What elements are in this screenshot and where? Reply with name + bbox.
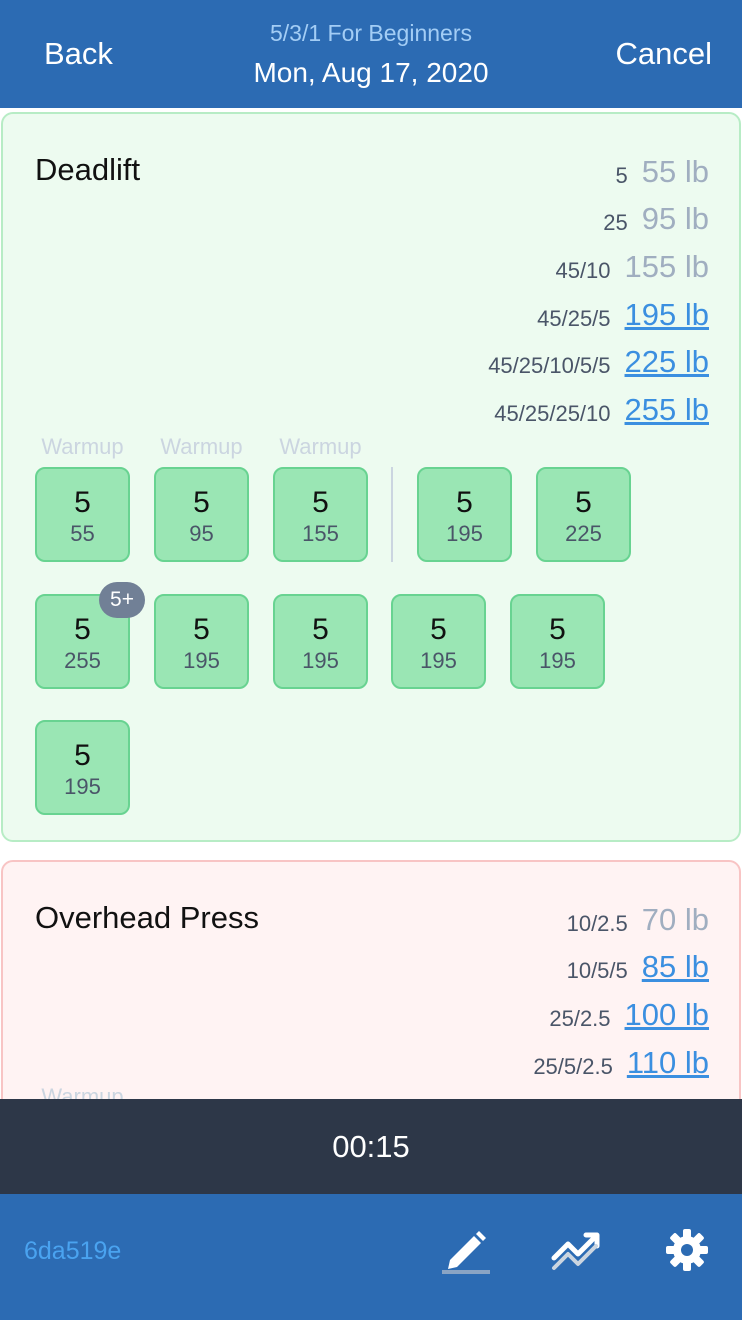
plate-row: 10/2.5 70 lb <box>533 896 709 944</box>
version-hash: 6da519e <box>24 1237 122 1265</box>
set-weight: 55 <box>70 521 95 546</box>
set-weight: 195 <box>64 774 101 799</box>
plate-weight-link[interactable]: 110 lb <box>627 1045 709 1081</box>
plate-combo: 25/2.5 <box>549 1005 611 1031</box>
plate-weight: 95 lb <box>641 201 709 237</box>
plate-row: 45/10 155 lb <box>488 243 709 291</box>
plate-row: 10/5/5 85 lb <box>533 944 709 992</box>
plate-row: 45/25/5 195 lb <box>488 291 709 339</box>
set-reps: 5 <box>456 486 473 519</box>
rest-timer-bar[interactable]: 00:15 <box>0 1099 742 1194</box>
work-set-button[interactable]: 5 195 <box>273 594 368 689</box>
set-reps: 5 <box>312 613 329 646</box>
plate-row: 5 55 lb <box>488 148 709 196</box>
warmup-divider <box>391 467 393 562</box>
plate-weight-link[interactable]: 255 lb <box>625 392 709 428</box>
exercise-card-deadlift: Deadlift 5 55 lb 25 95 lb 45/10 155 lb 4… <box>1 112 741 842</box>
app: Back 5/3/1 For Beginners Mon, Aug 17, 20… <box>0 0 742 1320</box>
set-reps: 5 <box>575 486 592 519</box>
set-weight: 225 <box>565 521 602 546</box>
plate-combo: 25/5/2.5 <box>533 1053 613 1079</box>
work-set-button[interactable]: 5 195 <box>417 467 512 562</box>
set-reps: 5 <box>549 613 566 646</box>
amrap-badge: 5+ <box>99 582 145 618</box>
plate-weight-link[interactable]: 85 lb <box>642 949 709 985</box>
footer-bar: 6da519e <box>0 1194 742 1320</box>
plate-row: 25 95 lb <box>488 196 709 244</box>
plate-combo: 45/25/5 <box>537 305 611 331</box>
warmup-set-button[interactable]: 5 55 <box>35 467 130 562</box>
set-weight: 195 <box>302 648 339 673</box>
warmup-set-button[interactable]: 5 155 <box>273 467 368 562</box>
plate-combo: 45/25/25/10 <box>494 400 611 426</box>
plate-row: 25/2.5 100 lb <box>533 991 709 1039</box>
set-weight: 95 <box>189 521 214 546</box>
set-reps: 5 <box>74 486 91 519</box>
plate-weight-link[interactable]: 225 lb <box>625 344 709 380</box>
work-set-button[interactable]: 5 195 <box>510 594 605 689</box>
set-reps: 5 <box>74 613 91 646</box>
exercise-name: Overhead Press <box>35 900 259 935</box>
plate-weight: 55 lb <box>641 153 709 189</box>
set-weight: 155 <box>302 521 339 546</box>
work-set-button[interactable]: 5 195 <box>154 594 249 689</box>
work-set-button[interactable]: 5 195 <box>391 594 486 689</box>
plate-combo: 10/5/5 <box>566 958 628 984</box>
set-weight: 195 <box>183 648 220 673</box>
exercise-card-overhead-press: Overhead Press 10/2.5 70 lb 10/5/5 85 lb… <box>1 860 741 1099</box>
set-reps: 5 <box>193 486 210 519</box>
plate-weight: 155 lb <box>624 248 709 284</box>
rest-timer: 00:15 <box>332 1129 410 1164</box>
plate-weight-link[interactable]: 100 lb <box>625 997 709 1033</box>
plates-list: 5 55 lb 25 95 lb 45/10 155 lb 45/25/5 19… <box>488 148 709 434</box>
plate-weight-link[interactable]: 195 lb <box>625 297 709 333</box>
work-set-button[interactable]: 5 225 <box>536 467 631 562</box>
warmup-label: Warmup <box>41 1084 124 1099</box>
plates-list: 10/2.5 70 lb 10/5/5 85 lb 25/2.5 100 lb … <box>533 896 709 1086</box>
work-set-button[interactable]: 5 195 <box>35 720 130 815</box>
plate-combo: 10/2.5 <box>566 910 628 936</box>
set-reps: 5 <box>193 613 210 646</box>
trend-icon[interactable] <box>550 1228 604 1272</box>
plate-combo: 5 <box>615 162 628 188</box>
set-reps: 5 <box>312 486 329 519</box>
warmup-label: Warmup <box>160 434 243 459</box>
workout-content[interactable]: Deadlift 5 55 lb 25 95 lb 45/10 155 lb 4… <box>0 108 742 1099</box>
plate-combo: 45/25/10/5/5 <box>488 353 611 379</box>
set-weight: 195 <box>539 648 576 673</box>
plate-row: 45/25/10/5/5 225 lb <box>488 338 709 386</box>
plate-weight: 70 lb <box>641 901 709 937</box>
pencil-icon[interactable] <box>440 1224 492 1276</box>
header-bar: Back 5/3/1 For Beginners Mon, Aug 17, 20… <box>0 0 742 108</box>
set-reps: 5 <box>430 613 447 646</box>
set-reps: 5 <box>74 739 91 772</box>
gear-icon[interactable] <box>664 1227 710 1273</box>
plate-row: 45/25/25/10 255 lb <box>488 386 709 434</box>
cancel-button[interactable]: Cancel <box>616 36 713 72</box>
plate-combo: 25 <box>603 210 628 236</box>
warmup-set-button[interactable]: 5 95 <box>154 467 249 562</box>
set-weight: 195 <box>420 648 457 673</box>
set-weight: 195 <box>446 521 483 546</box>
plate-combo: 45/10 <box>555 257 611 283</box>
warmup-label: Warmup <box>41 434 124 459</box>
warmup-label: Warmup <box>279 434 362 459</box>
exercise-name: Deadlift <box>35 152 141 187</box>
plate-row: 25/5/2.5 110 lb <box>533 1039 709 1087</box>
set-weight: 255 <box>64 648 101 673</box>
